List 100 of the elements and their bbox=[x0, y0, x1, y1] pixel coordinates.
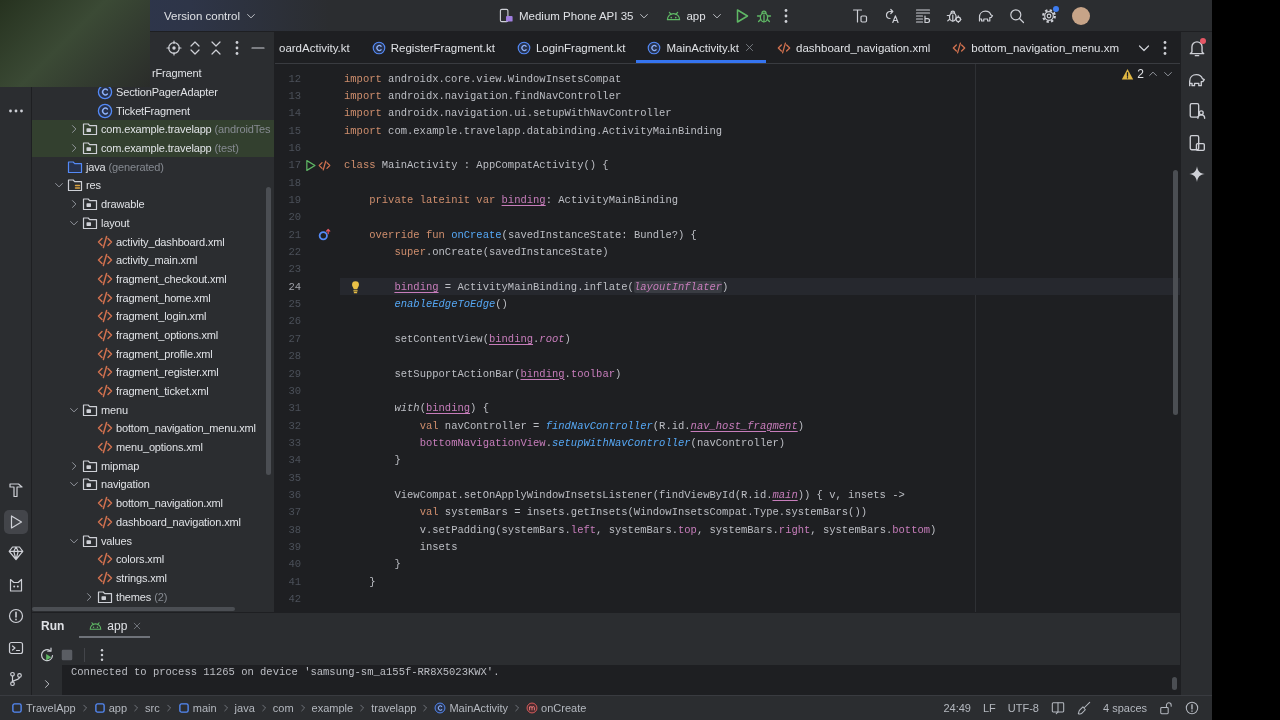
tree-item[interactable]: values bbox=[32, 531, 274, 550]
code-brackets-icon[interactable] bbox=[318, 158, 331, 172]
version-control-dropdown[interactable]: Version control bbox=[159, 2, 263, 29]
editor-tab[interactable]: RegisterFragment.kt bbox=[360, 32, 506, 63]
code-line: super.onCreate(savedInstanceState) bbox=[394, 246, 609, 259]
phone-person-icon[interactable] bbox=[1187, 102, 1206, 120]
tree-item[interactable]: menu bbox=[32, 400, 274, 420]
code-line: setContentView(binding.root) bbox=[394, 332, 571, 345]
run-icon[interactable] bbox=[304, 158, 317, 172]
user-avatar[interactable] bbox=[1072, 6, 1090, 25]
tree-item[interactable]: fragment_home.xml bbox=[32, 288, 274, 307]
hammer-icon bbox=[7, 482, 24, 498]
editor-tab[interactable]: MainActivity.kt bbox=[636, 32, 767, 63]
c-circle-icon bbox=[371, 40, 386, 55]
tree-item[interactable]: navigation bbox=[32, 475, 274, 494]
code-brackets-icon bbox=[97, 420, 113, 437]
breadcrumb-item[interactable]: TravelApp bbox=[11, 702, 76, 714]
lines-icon[interactable] bbox=[915, 7, 932, 24]
close-icon[interactable] bbox=[132, 620, 143, 631]
tree-item[interactable]: fragment_ticket.xml bbox=[32, 381, 274, 401]
tree-item[interactable]: fragment_register.xml bbox=[32, 363, 274, 382]
code-line: val navController = findNavController(R.id.nav_host_fragment) bbox=[419, 419, 805, 432]
breadcrumb-item[interactable]: java bbox=[234, 702, 255, 714]
tree-item[interactable]: themes (2) bbox=[32, 587, 274, 606]
breadcrumb-item[interactable]: com bbox=[272, 702, 294, 714]
tree-item[interactable]: drawable bbox=[32, 194, 274, 214]
breadcrumb-item[interactable]: src bbox=[145, 702, 160, 714]
phone-screen-icon[interactable] bbox=[1187, 133, 1206, 152]
warning-icon[interactable] bbox=[1121, 67, 1135, 81]
phone-icon bbox=[499, 8, 514, 23]
tree-item[interactable]: mipmap bbox=[32, 456, 274, 476]
code-line: binding = ActivityMainBinding.inflate(layoutInflater) bbox=[394, 280, 729, 293]
tree-item[interactable]: colors.xml bbox=[32, 549, 274, 569]
code-line: } bbox=[369, 575, 376, 588]
m-circle-icon bbox=[526, 702, 539, 714]
scrollbar[interactable] bbox=[32, 607, 235, 611]
folder-icon bbox=[82, 401, 98, 418]
exclamation-circle-icon[interactable] bbox=[1185, 701, 1199, 715]
editor-tab[interactable]: bottom_navigation_menu.xm bbox=[941, 32, 1130, 63]
settings-icon[interactable] bbox=[1040, 7, 1057, 24]
code-brackets-icon bbox=[777, 40, 792, 55]
run-tab[interactable]: app bbox=[79, 613, 151, 638]
crosshair-icon[interactable] bbox=[166, 40, 182, 56]
breadcrumb-item[interactable]: MainActivity bbox=[434, 702, 509, 714]
brush-icon[interactable] bbox=[1076, 701, 1091, 715]
scrollbar[interactable] bbox=[266, 187, 271, 475]
tree-item[interactable]: rFragment bbox=[152, 67, 202, 80]
indent-setting[interactable]: 4 spaces bbox=[1102, 702, 1147, 714]
tree-item[interactable]: fragment_options.xml bbox=[32, 325, 274, 345]
bell-icon[interactable] bbox=[1187, 39, 1206, 57]
scrollbar[interactable] bbox=[1172, 677, 1177, 690]
warning-count[interactable]: 2 bbox=[1137, 67, 1144, 81]
code-line: setSupportActionBar(binding.toolbar) bbox=[394, 367, 622, 380]
rerun-icon[interactable] bbox=[39, 647, 55, 663]
caret-position[interactable]: 24:49 bbox=[943, 702, 971, 714]
tree-item[interactable]: com.example.travelapp (androidTes bbox=[32, 120, 274, 139]
breadcrumb-item[interactable]: onCreate bbox=[526, 702, 587, 714]
tree-item[interactable]: fragment_checkout.xml bbox=[32, 269, 274, 289]
line-separator[interactable]: LF bbox=[982, 702, 996, 714]
tree-item[interactable]: bottom_navigation_menu.xml bbox=[32, 419, 274, 438]
open-lock-icon[interactable] bbox=[1159, 701, 1173, 715]
breadcrumb-item[interactable]: example bbox=[311, 702, 354, 714]
folder-icon bbox=[82, 196, 98, 213]
book-icon[interactable] bbox=[1050, 701, 1065, 715]
bug-gear-icon[interactable] bbox=[946, 7, 963, 24]
tree-item[interactable]: strings.xml bbox=[32, 568, 274, 588]
code-line: v.setPadding(systemBars.left, systemBars.top, systemBars.right, systemBars.bottom) bbox=[419, 523, 937, 536]
run-config-dropdown[interactable]: app bbox=[661, 2, 728, 29]
tree-item[interactable]: res bbox=[32, 176, 274, 195]
folder-icon bbox=[82, 121, 98, 138]
tree-item[interactable]: bottom_navigation.xml bbox=[32, 493, 274, 513]
tree-item[interactable]: layout bbox=[32, 213, 274, 233]
curved-arrow-icon[interactable] bbox=[883, 7, 900, 24]
breadcrumb-item[interactable]: app bbox=[93, 702, 128, 714]
close-icon[interactable] bbox=[744, 42, 756, 53]
tree-item[interactable]: TicketFragment bbox=[32, 101, 274, 121]
editor-tab[interactable]: dashboard_navigation.xml bbox=[766, 32, 942, 63]
tree-item[interactable]: fragment_login.xml bbox=[32, 306, 274, 326]
code-brackets-icon bbox=[97, 233, 113, 250]
editor-tab[interactable]: oardActivity.kt bbox=[275, 32, 361, 63]
breadcrumb-item[interactable]: travelapp bbox=[371, 702, 417, 714]
tree-item[interactable]: menu_options.xml bbox=[32, 437, 274, 457]
code-line: import androidx.navigation.ui.setupWithNavController bbox=[344, 107, 672, 120]
run-tool-button[interactable] bbox=[3, 509, 28, 534]
search-icon[interactable] bbox=[1009, 7, 1026, 24]
code-brackets-icon bbox=[97, 345, 113, 362]
device-dropdown[interactable]: Medium Phone API 35 bbox=[494, 2, 656, 29]
code-brackets-icon bbox=[97, 551, 113, 568]
scrollbar[interactable] bbox=[1173, 170, 1178, 415]
tree-item[interactable]: dashboard_navigation.xml bbox=[32, 512, 274, 532]
t-square-icon[interactable] bbox=[852, 7, 869, 24]
rounded-square-icon bbox=[11, 702, 23, 714]
tree-item[interactable]: activity_dashboard.xml bbox=[32, 232, 274, 251]
editor-tab[interactable]: LoginFragment.kt bbox=[505, 32, 637, 63]
console-output: Connected to process 11265 on device 'samsung-sm_a155f-RR8X5023KWX'. bbox=[71, 665, 500, 679]
tree-item[interactable]: fragment_profile.xml bbox=[32, 344, 274, 363]
tree-item[interactable]: java (generated) bbox=[32, 157, 274, 177]
file-encoding[interactable]: UTF-8 bbox=[1007, 702, 1039, 714]
tree-item[interactable]: activity_main.xml bbox=[32, 250, 274, 270]
breadcrumb-item[interactable]: main bbox=[177, 702, 217, 714]
